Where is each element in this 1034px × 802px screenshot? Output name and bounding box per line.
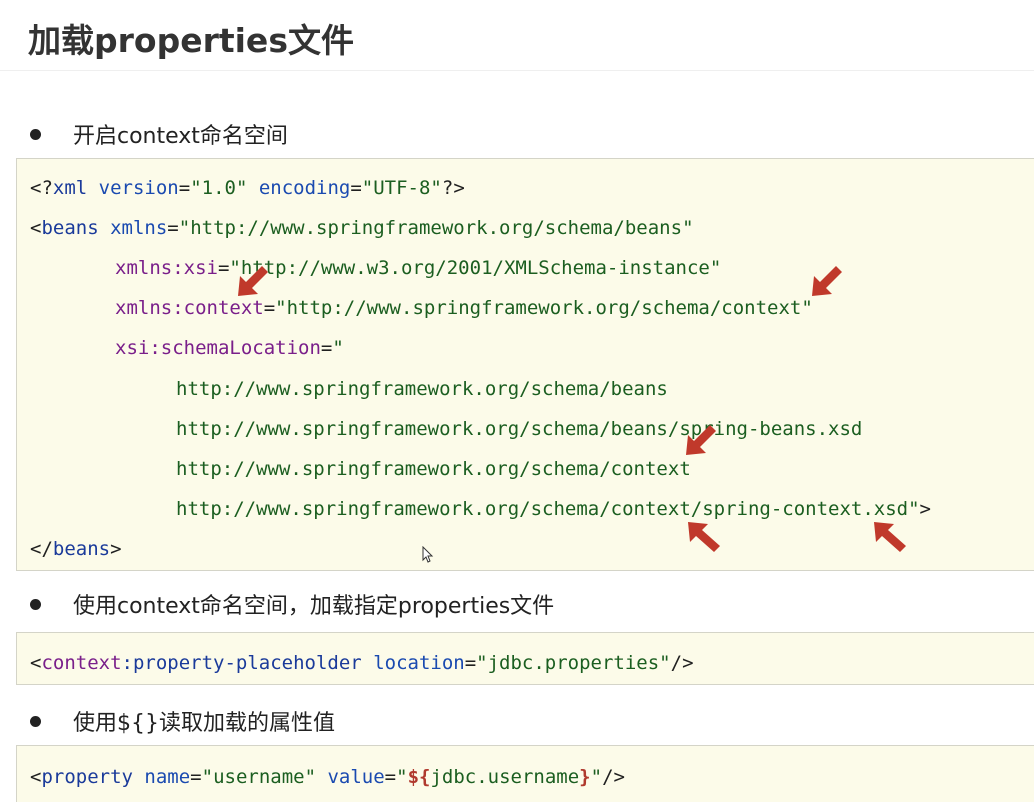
code-line: <context:property-placeholder location="… — [30, 651, 694, 675]
code-token: ?> — [441, 177, 465, 199]
mouse-cursor-icon — [422, 546, 434, 563]
code-token: = — [217, 257, 230, 279]
code-token: < — [30, 766, 42, 788]
code-token: /> — [602, 766, 625, 788]
bullet-text: 开启context命名空间 — [73, 124, 288, 149]
page-title: 加载properties文件 — [28, 21, 354, 60]
arrow-down-left-icon — [686, 425, 716, 455]
code-line: </beans> — [30, 537, 122, 561]
code-line: http://www.springframework.org/schema/co… — [176, 458, 691, 480]
code-line: http://www.springframework.org/schema/be… — [176, 378, 668, 400]
code-token: = — [350, 177, 362, 199]
code-token: http://www.springframework.org/schema/co… — [176, 498, 920, 520]
code-line: <property name="username" value="${jdbc.… — [30, 765, 625, 789]
code-token: xmlns:xsi — [115, 257, 218, 279]
code-line: xsi:schemaLocation=" — [115, 336, 344, 360]
code-token: " — [332, 337, 344, 359]
code-token: " — [590, 766, 603, 788]
code-token: <? — [30, 177, 53, 199]
code-token: " — [396, 766, 408, 788]
code-token: beans — [52, 538, 111, 560]
code-token: "http://www.springframework.org/schema/c… — [275, 297, 813, 319]
code-token: :property-placeholder — [121, 652, 362, 674]
code-line: <beans xmlns="http://www.springframework… — [30, 216, 694, 240]
code-token: = — [464, 652, 477, 674]
code-token: name — [132, 766, 191, 788]
code-token: } — [579, 766, 591, 788]
bullet-dot-icon — [30, 128, 41, 140]
code-token: = — [178, 177, 191, 199]
title-divider — [0, 70, 1034, 71]
bullet-dot-icon — [30, 715, 41, 727]
code-token: beans — [41, 217, 99, 239]
bullet-text: 使用context命名空间，加载指定properties文件 — [73, 594, 555, 619]
arrow-up-left-icon — [688, 522, 720, 552]
code-token: value — [316, 766, 385, 788]
code-token: "http://www.w3.org/2001/XMLSchema-instan… — [229, 257, 722, 279]
code-token: = — [320, 337, 333, 359]
code-token: = — [190, 766, 202, 788]
arrow-up-left-icon — [874, 522, 906, 552]
code-token: ${ — [407, 766, 431, 788]
code-token: /> — [670, 652, 694, 674]
code-token: = — [384, 766, 397, 788]
code-token: > — [110, 538, 122, 560]
bullet-item: 开启context命名空间 — [30, 118, 288, 150]
code-token: < — [30, 217, 42, 239]
code-token: xmlns — [98, 217, 168, 239]
code-line: xmlns:xsi="http://www.w3.org/2001/XMLSch… — [115, 256, 721, 280]
code-token: </ — [30, 538, 53, 560]
code-token: location — [361, 652, 465, 674]
code-token: context — [41, 652, 122, 674]
code-token: version — [87, 177, 179, 199]
code-token: "username" — [201, 766, 317, 788]
slide-page: 加载properties文件 开启context命名空间 <?xml versi… — [0, 0, 1034, 802]
code-token: "jdbc.properties" — [476, 652, 671, 674]
code-token: xsi:schemaLocation — [115, 337, 321, 359]
code-token: > — [919, 498, 931, 520]
code-token: jdbc.username — [430, 766, 580, 788]
bullet-item: 使用${}读取加载的属性值 — [30, 705, 335, 737]
code-token: "http://www.springframework.org/schema/b… — [178, 217, 694, 239]
code-token: = — [167, 217, 179, 239]
bullet-text: 使用${}读取加载的属性值 — [73, 711, 335, 736]
code-token: "UTF-8" — [361, 177, 442, 199]
bullet-item: 使用context命名空间，加载指定properties文件 — [30, 588, 554, 620]
code-token: encoding — [247, 177, 351, 199]
code-line: http://www.springframework.org/schema/be… — [176, 418, 863, 440]
code-line: <?xml version="1.0" encoding="UTF-8"?> — [30, 176, 465, 200]
code-token: xml — [52, 177, 88, 199]
bullet-dot-icon — [30, 598, 41, 610]
arrow-down-left-icon — [238, 266, 268, 296]
code-line: xmlns:context="http://www.springframewor… — [115, 296, 813, 320]
code-token: "1.0" — [190, 177, 248, 199]
code-token: property — [41, 766, 133, 788]
arrow-down-left-icon — [812, 266, 842, 296]
code-line: http://www.springframework.org/schema/co… — [176, 497, 931, 521]
code-token: < — [30, 652, 42, 674]
